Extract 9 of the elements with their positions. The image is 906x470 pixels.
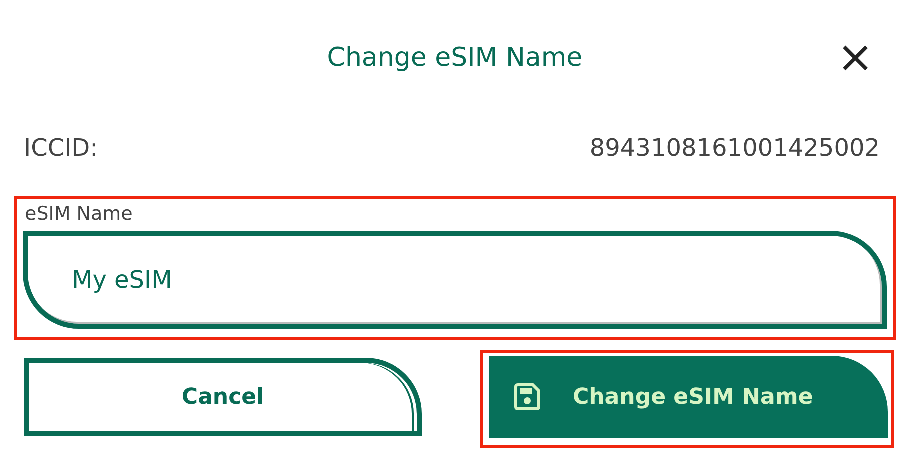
iccid-label: ICCID: [24, 134, 98, 162]
cancel-button[interactable]: Cancel [24, 358, 422, 436]
dialog-title: Change eSIM Name [327, 43, 583, 73]
confirm-button[interactable]: Change eSIM Name [489, 356, 888, 438]
field-label: eSIM Name [25, 203, 134, 225]
iccid-value: 8943108161001425002 [590, 134, 880, 162]
save-icon [513, 383, 541, 411]
name-input-field[interactable]: My eSIM [23, 231, 887, 329]
close-button[interactable]: × [837, 38, 874, 78]
